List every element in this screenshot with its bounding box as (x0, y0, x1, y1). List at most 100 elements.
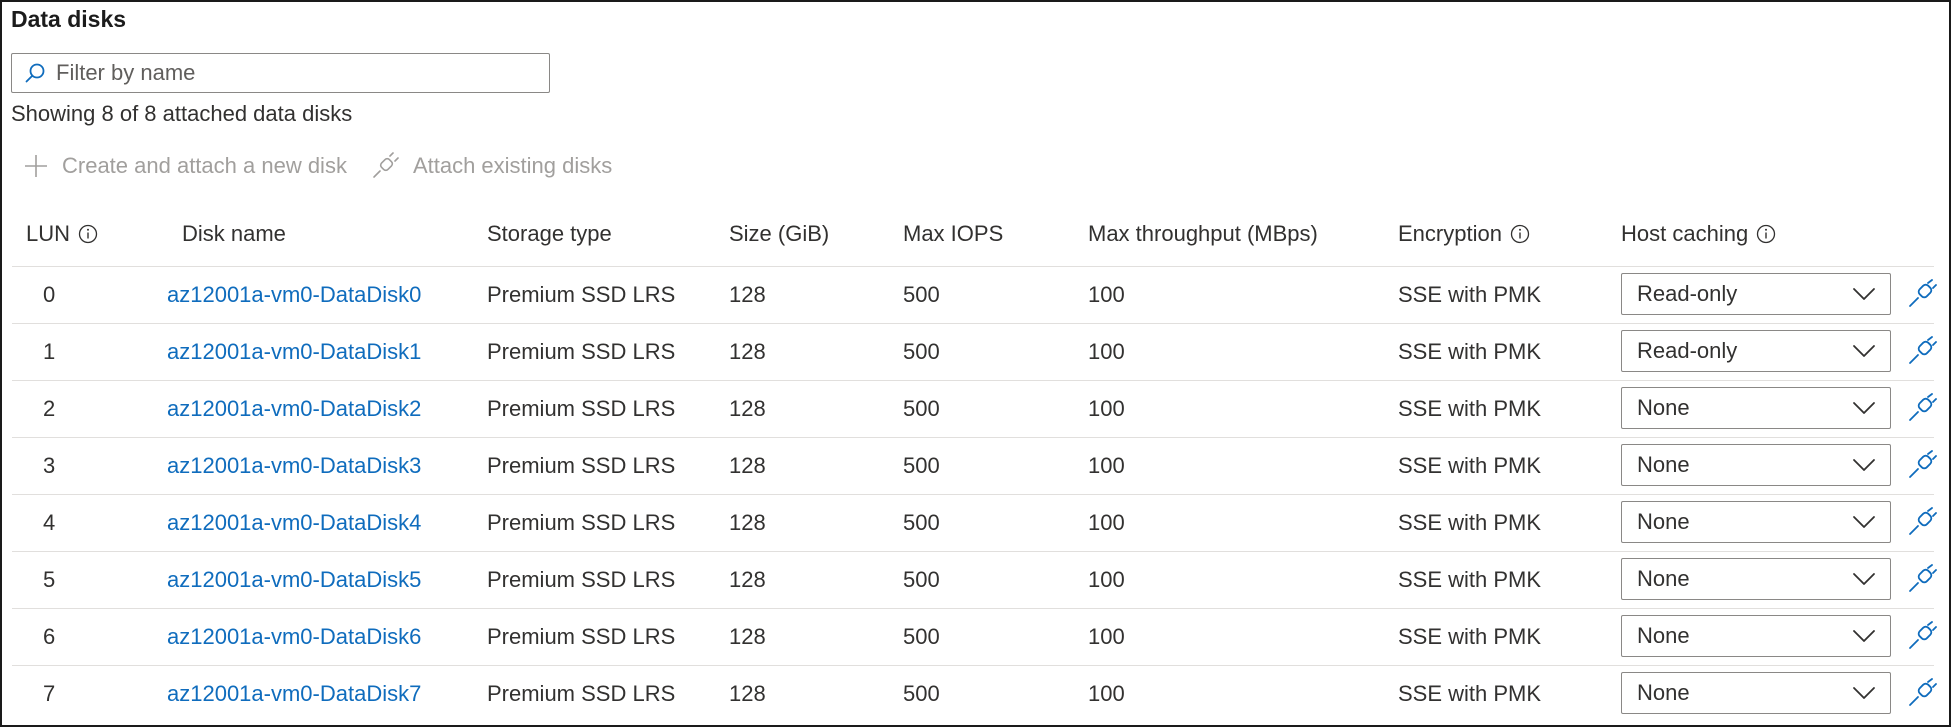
filter-box[interactable] (11, 53, 550, 93)
max-iops-cell: 500 (903, 339, 940, 364)
disk-name-link[interactable]: az12001a-vm0-DataDisk0 (167, 282, 421, 308)
detach-icon[interactable] (1907, 279, 1937, 309)
host-caching-dropdown[interactable]: None (1621, 558, 1891, 600)
detach-icon[interactable] (1907, 507, 1937, 537)
chevron-down-icon (1853, 573, 1875, 585)
attach-existing-disks-label: Attach existing disks (412, 153, 613, 178)
column-header-lun[interactable]: LUN (26, 221, 98, 247)
toolbar: Create and attach a new disk Attach exis… (24, 152, 636, 180)
host-caching-dropdown[interactable]: None (1621, 672, 1891, 714)
column-header-host-caching[interactable]: Host caching (1621, 221, 1776, 247)
max-throughput-cell: 100 (1088, 396, 1125, 421)
table-row: 3 az12001a-vm0-DataDisk3 Premium SSD LRS… (12, 438, 1937, 495)
size-cell: 128 (729, 396, 766, 421)
host-caching-dropdown[interactable]: None (1621, 387, 1891, 429)
disk-table-body: 0 az12001a-vm0-DataDisk0 Premium SSD LRS… (12, 267, 1937, 722)
create-attach-disk-label: Create and attach a new disk (62, 153, 347, 178)
lun-cell: 6 (43, 624, 56, 649)
max-iops-cell: 500 (903, 453, 940, 478)
host-caching-value: None (1637, 452, 1690, 477)
info-icon[interactable] (1510, 224, 1530, 244)
max-throughput-cell: 100 (1088, 339, 1125, 364)
disk-name-link[interactable]: az12001a-vm0-DataDisk5 (167, 567, 421, 593)
host-caching-dropdown[interactable]: None (1621, 615, 1891, 657)
detach-icon[interactable] (1907, 564, 1937, 594)
disk-name-link[interactable]: az12001a-vm0-DataDisk3 (167, 453, 421, 479)
detach-icon[interactable] (1907, 678, 1937, 708)
table-row: 2 az12001a-vm0-DataDisk2 Premium SSD LRS… (12, 381, 1937, 438)
max-iops-cell: 500 (903, 681, 940, 706)
host-caching-dropdown[interactable]: None (1621, 501, 1891, 543)
host-caching-header-label: Host caching (1621, 221, 1749, 246)
host-caching-dropdown[interactable]: Read-only (1621, 273, 1891, 315)
size-cell: 128 (729, 339, 766, 364)
encryption-cell: SSE with PMK (1398, 567, 1542, 592)
chevron-down-icon (1853, 459, 1875, 471)
host-caching-value: None (1637, 509, 1690, 534)
column-header-max-iops[interactable]: Max IOPS (903, 221, 1003, 247)
detach-icon[interactable] (1907, 336, 1937, 366)
detach-icon[interactable] (1907, 621, 1937, 651)
max-iops-cell: 500 (903, 396, 940, 421)
storage-type-cell: Premium SSD LRS (487, 510, 676, 535)
column-header-max-throughput[interactable]: Max throughput (MBps) (1088, 221, 1318, 247)
plus-icon (25, 155, 47, 177)
lun-cell: 5 (43, 567, 56, 592)
encryption-cell: SSE with PMK (1398, 453, 1542, 478)
chevron-down-icon (1853, 630, 1875, 642)
filter-input[interactable] (56, 60, 516, 86)
lun-cell: 4 (43, 510, 56, 535)
disk-name-link[interactable]: az12001a-vm0-DataDisk1 (167, 339, 421, 365)
storage-type-cell: Premium SSD LRS (487, 282, 676, 307)
max-throughput-cell: 100 (1088, 624, 1125, 649)
disk-name-link[interactable]: az12001a-vm0-DataDisk2 (167, 396, 421, 422)
encryption-cell: SSE with PMK (1398, 339, 1542, 364)
table-row: 7 az12001a-vm0-DataDisk7 Premium SSD LRS… (12, 666, 1937, 722)
table-row: 1 az12001a-vm0-DataDisk1 Premium SSD LRS… (12, 324, 1937, 381)
attach-existing-disks-button[interactable]: Attach existing disks (371, 152, 612, 180)
lun-cell: 1 (43, 339, 56, 364)
data-disks-panel: Data disks Showing 8 of 8 attached data … (0, 0, 1951, 727)
column-header-disk-name[interactable]: Disk name (182, 221, 286, 247)
max-iops-cell: 500 (903, 624, 940, 649)
info-icon[interactable] (78, 224, 98, 244)
host-caching-dropdown[interactable]: Read-only (1621, 330, 1891, 372)
size-cell: 128 (729, 453, 766, 478)
encryption-cell: SSE with PMK (1398, 624, 1542, 649)
disk-name-link[interactable]: az12001a-vm0-DataDisk4 (167, 510, 421, 536)
page-title: Data disks (11, 6, 127, 32)
lun-cell: 2 (43, 396, 56, 421)
detach-icon[interactable] (1907, 393, 1937, 423)
max-iops-cell: 500 (903, 567, 940, 592)
max-throughput-cell: 100 (1088, 567, 1125, 592)
encryption-header-label: Encryption (1398, 221, 1502, 246)
storage-type-cell: Premium SSD LRS (487, 453, 676, 478)
info-icon[interactable] (1756, 224, 1776, 244)
max-throughput-cell: 100 (1088, 510, 1125, 535)
disk-name-link[interactable]: az12001a-vm0-DataDisk6 (167, 624, 421, 650)
encryption-cell: SSE with PMK (1398, 282, 1542, 307)
max-iops-cell: 500 (903, 510, 940, 535)
create-attach-disk-button[interactable]: Create and attach a new disk (24, 153, 347, 179)
lun-cell: 7 (43, 681, 56, 706)
max-iops-cell: 500 (903, 282, 940, 307)
host-caching-value: Read-only (1637, 281, 1738, 306)
chevron-down-icon (1853, 687, 1875, 699)
lun-cell: 3 (43, 453, 56, 478)
host-caching-dropdown[interactable]: None (1621, 444, 1891, 486)
detach-icon[interactable] (1907, 450, 1937, 480)
max-throughput-cell: 100 (1088, 282, 1125, 307)
table-row: 4 az12001a-vm0-DataDisk4 Premium SSD LRS… (12, 495, 1937, 552)
chevron-down-icon (1853, 402, 1875, 414)
size-cell: 128 (729, 681, 766, 706)
chevron-down-icon (1853, 345, 1875, 357)
size-cell: 128 (729, 567, 766, 592)
size-cell: 128 (729, 282, 766, 307)
storage-type-cell: Premium SSD LRS (487, 624, 676, 649)
column-header-size[interactable]: Size (GiB) (729, 221, 829, 247)
lun-cell: 0 (43, 282, 56, 307)
disk-name-link[interactable]: az12001a-vm0-DataDisk7 (167, 681, 421, 707)
column-header-storage-type[interactable]: Storage type (487, 221, 612, 247)
column-header-encryption[interactable]: Encryption (1398, 221, 1530, 247)
host-caching-value: None (1637, 566, 1690, 591)
